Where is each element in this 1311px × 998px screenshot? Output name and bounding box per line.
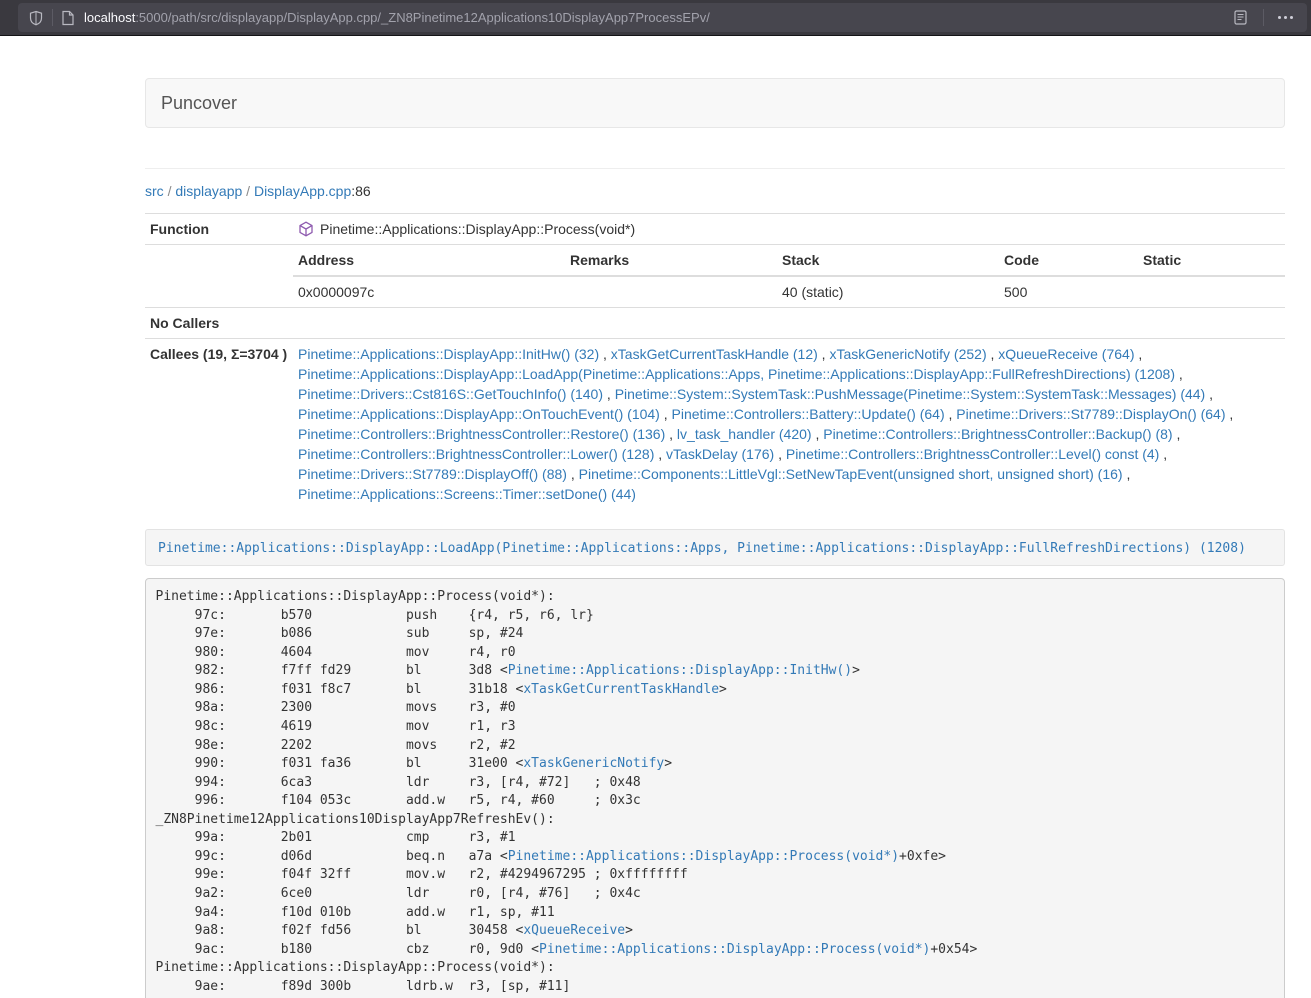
highlighted-callee-link[interactable]: Pinetime::Applications::DisplayApp::Load… bbox=[158, 541, 1246, 556]
brand-link[interactable]: Puncover bbox=[146, 93, 252, 114]
static-value bbox=[1138, 276, 1285, 307]
callee-link[interactable]: Pinetime::Controllers::Battery::Update()… bbox=[672, 406, 945, 422]
code-symbol-link[interactable]: xTaskGetCurrentTaskHandle bbox=[523, 682, 719, 697]
callee-link[interactable]: Pinetime::Controllers::BrightnessControl… bbox=[823, 426, 1172, 442]
assembly-listing: Pinetime::Applications::DisplayApp::Proc… bbox=[145, 578, 1285, 998]
meatball-menu-icon[interactable] bbox=[1272, 16, 1299, 19]
code-symbol-link[interactable]: Pinetime::Applications::DisplayApp::Proc… bbox=[539, 942, 930, 957]
page-icon[interactable] bbox=[61, 10, 75, 26]
col-remarks: Remarks bbox=[565, 245, 777, 276]
divider bbox=[145, 168, 1285, 169]
callees-row: Callees (19, Σ=3704 ) Pinetime::Applicat… bbox=[145, 339, 1285, 510]
callee-link[interactable]: xTaskGetCurrentTaskHandle (12) bbox=[611, 346, 818, 362]
no-callers-label: No Callers bbox=[145, 308, 293, 339]
url-bar[interactable]: localhost:5000/path/src/displayapp/Displ… bbox=[18, 3, 1307, 32]
col-address: Address bbox=[293, 245, 565, 276]
callee-link[interactable]: Pinetime::Controllers::BrightnessControl… bbox=[298, 426, 665, 442]
code-symbol-link[interactable]: xTaskGenericNotify bbox=[523, 756, 664, 771]
callee-link[interactable]: Pinetime::Applications::DisplayApp::Init… bbox=[298, 346, 599, 362]
stack-value: 40 (static) bbox=[777, 276, 999, 307]
function-row: Function Pinetime::Applications::Display… bbox=[145, 214, 1285, 245]
reader-view-icon[interactable] bbox=[1234, 10, 1247, 25]
callee-link[interactable]: Pinetime::Drivers::Cst816S::GetTouchInfo… bbox=[298, 386, 603, 402]
callee-link[interactable]: Pinetime::Drivers::St7789::DisplayOff() … bbox=[298, 466, 567, 482]
function-name: Pinetime::Applications::DisplayApp::Proc… bbox=[320, 219, 635, 239]
function-label: Function bbox=[145, 214, 293, 245]
url-host: localhost bbox=[84, 10, 135, 25]
metrics-table: Address Remarks Stack Code Static 0x0000… bbox=[293, 245, 1285, 307]
col-code: Code bbox=[999, 245, 1138, 276]
metrics-row: Address Remarks Stack Code Static 0x0000… bbox=[145, 245, 1285, 308]
breadcrumb-line-number: :86 bbox=[351, 183, 370, 199]
breadcrumb-file-link[interactable]: DisplayApp.cpp bbox=[254, 183, 351, 199]
function-info-table: Function Pinetime::Applications::Display… bbox=[145, 213, 1285, 509]
callee-link[interactable]: Pinetime::Applications::Screens::Timer::… bbox=[298, 486, 636, 502]
callee-link[interactable]: Pinetime::System::SystemTask::PushMessag… bbox=[615, 386, 1206, 402]
code-symbol-link[interactable]: Pinetime::Applications::DisplayApp::Init… bbox=[508, 663, 852, 678]
main-content: Puncover src / displayapp / DisplayApp.c… bbox=[145, 78, 1285, 998]
callee-link[interactable]: Pinetime::Applications::DisplayApp::Load… bbox=[298, 366, 1175, 382]
code-size-value: 500 bbox=[999, 276, 1138, 307]
callees-label: Callees (19, Σ=3704 ) bbox=[145, 339, 293, 510]
callee-link[interactable]: lv_task_handler (420) bbox=[677, 426, 812, 442]
breadcrumb-displayapp-link[interactable]: displayapp bbox=[175, 183, 242, 199]
code-symbol-link[interactable]: Pinetime::Applications::DisplayApp::Proc… bbox=[508, 849, 899, 864]
callee-link[interactable]: vTaskDelay (176) bbox=[666, 446, 774, 462]
callee-link[interactable]: xQueueReceive (764) bbox=[998, 346, 1134, 362]
callee-link[interactable]: Pinetime::Controllers::BrightnessControl… bbox=[786, 446, 1159, 462]
callee-link[interactable]: xTaskGenericNotify (252) bbox=[829, 346, 986, 362]
url-path: :5000/path/src/displayapp/DisplayApp.cpp… bbox=[135, 10, 710, 25]
breadcrumb-separator: / bbox=[168, 183, 172, 199]
callee-link[interactable]: Pinetime::Applications::DisplayApp::OnTo… bbox=[298, 406, 660, 422]
breadcrumb-separator: / bbox=[246, 183, 250, 199]
callee-link[interactable]: Pinetime::Drivers::St7789::DisplayOn() (… bbox=[956, 406, 1225, 422]
highlighted-callee-box: Pinetime::Applications::DisplayApp::Load… bbox=[145, 529, 1285, 566]
address-value: 0x0000097c bbox=[293, 276, 565, 307]
col-static: Static bbox=[1138, 245, 1285, 276]
urlbar-divider bbox=[52, 9, 53, 26]
navbar: Puncover bbox=[145, 78, 1285, 128]
no-callers-row: No Callers bbox=[145, 308, 1285, 339]
package-icon bbox=[298, 221, 314, 237]
url-text: localhost:5000/path/src/displayapp/Displ… bbox=[84, 10, 1226, 25]
remarks-value bbox=[565, 276, 777, 307]
callee-link[interactable]: Pinetime::Controllers::BrightnessControl… bbox=[298, 446, 654, 462]
metrics-values-row: 0x0000097c 40 (static) 500 bbox=[293, 276, 1285, 307]
shield-icon[interactable] bbox=[28, 10, 44, 26]
breadcrumb: src / displayapp / DisplayApp.cpp:86 bbox=[145, 181, 1285, 201]
col-stack: Stack bbox=[777, 245, 999, 276]
breadcrumb-src-link[interactable]: src bbox=[145, 183, 164, 199]
browser-toolbar: localhost:5000/path/src/displayapp/Displ… bbox=[0, 0, 1311, 36]
callee-link[interactable]: Pinetime::Components::LittleVgl::SetNewT… bbox=[579, 466, 1123, 482]
code-symbol-link[interactable]: xQueueReceive bbox=[523, 923, 625, 938]
urlbar-divider-2 bbox=[1263, 9, 1264, 26]
callees-list: Pinetime::Applications::DisplayApp::Init… bbox=[293, 339, 1285, 510]
